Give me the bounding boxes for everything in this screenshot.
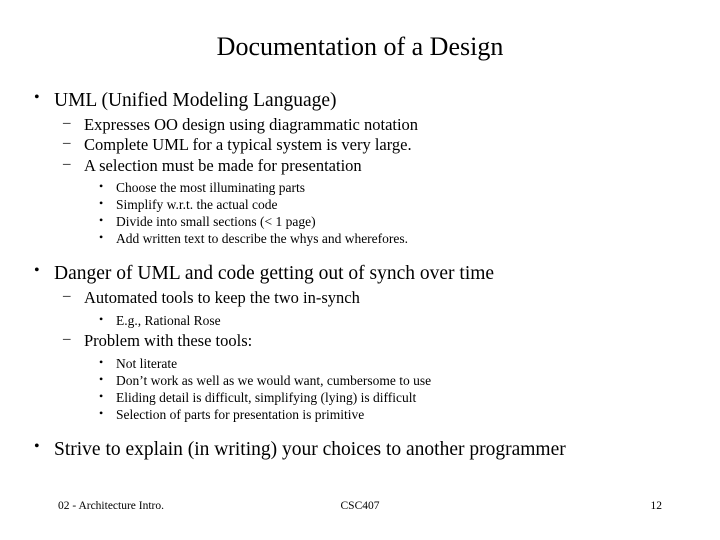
list-item: • Danger of UML and code getting out of … [28,262,700,285]
list-item: • E.g., Rational Rose [94,311,700,329]
outline-level3-list: • Choose the most illuminating parts • S… [94,179,700,247]
list-item: – A selection must be made for presentat… [58,156,700,175]
list-item: • Strive to explain (in writing) your ch… [28,438,700,461]
list-item: • Divide into small sections (< 1 page) [94,213,700,230]
list-item-label: Divide into small sections (< 1 page) [116,214,316,230]
slide-footer: 02 - Architecture Intro. CSC407 12 [0,496,720,522]
list-item: • Don’t work as well as we would want, c… [94,371,700,389]
outline-level2-list: – Expresses OO design using diagrammatic… [58,115,700,175]
outline-level1-list: • Strive to explain (in writing) your ch… [28,438,700,461]
bullet-dash-icon: – [63,115,71,131]
bullet-dot-icon: • [99,405,104,420]
bullet-dot-icon: • [99,388,104,403]
list-item: • Eliding detail is difficult, simplifyi… [94,388,700,406]
outline-level3-list: • E.g., Rational Rose [94,311,700,329]
list-item: • Add written text to describe the whys … [94,230,700,247]
footer-center-text: CSC407 [340,500,380,512]
list-item: • UML (Unified Modeling Language) [28,89,700,112]
list-item-label: Choose the most illuminating parts [116,180,305,196]
list-item-label: Strive to explain (in writing) your choi… [54,438,566,460]
list-item: • Choose the most illuminating parts [94,179,700,196]
footer-page-number: 12 [650,500,663,512]
bullet-dot-icon: • [99,230,104,245]
list-item-label: Automated tools to keep the two in-synch [84,288,360,308]
bullet-dash-icon: – [63,288,71,305]
list-item: • Selection of parts for presentation is… [94,405,700,423]
list-item-label: Selection of parts for presentation is p… [116,406,365,422]
list-item: – Automated tools to keep the two in-syn… [58,288,700,307]
bullet-dot-icon: • [99,371,104,386]
list-item-label: UML (Unified Modeling Language) [54,90,337,111]
list-item-label: Add written text to describe the whys an… [116,231,409,247]
list-item-label: Problem with these tools: [84,331,253,351]
slide: Documentation of a Design • UML (Unified… [0,0,720,540]
list-item-label: Eliding detail is difficult, simplifying… [116,389,417,405]
bullet-dot-icon: • [34,89,40,106]
outline-level2-list: – Problem with these tools: [58,331,700,350]
bullet-dash-icon: – [63,155,71,172]
list-item-label: Don’t work as well as we would want, cum… [116,372,432,388]
bullet-dot-icon: • [99,179,104,194]
list-item-label: Expresses OO design using diagrammatic n… [84,115,419,134]
list-item-label: Not literate [116,355,178,371]
list-item: • Simplify w.r.t. the actual code [94,196,700,213]
slide-body: • UML (Unified Modeling Language) – Expr… [28,80,700,461]
bullet-dot-icon: • [99,196,104,211]
bullet-dot-icon: • [99,311,104,326]
list-item: • Not literate [94,354,700,372]
list-item-label: E.g., Rational Rose [116,312,221,328]
list-item: – Expresses OO design using diagrammatic… [58,115,700,134]
bullet-dash-icon: – [63,135,71,152]
outline-level2-list: – Automated tools to keep the two in-syn… [58,288,700,307]
list-item-label: A selection must be made for presentatio… [84,155,362,175]
list-item: – Problem with these tools: [58,331,700,350]
bullet-dot-icon: • [99,213,104,228]
outline-level1-list: • Danger of UML and code getting out of … [28,262,700,285]
list-item-label: Complete UML for a typical system is ver… [84,135,412,155]
page-title: Documentation of a Design [216,32,504,61]
bullet-dot-icon: • [99,354,104,369]
bullet-dot-icon: • [34,262,40,280]
outline-level3-list: • Not literate • Don’t work as well as w… [94,354,700,423]
list-item-label: Danger of UML and code getting out of sy… [54,263,495,285]
list-item: – Complete UML for a typical system is v… [58,135,700,154]
list-item-label: Simplify w.r.t. the actual code [116,197,278,213]
outline-level1-list: • UML (Unified Modeling Language) [28,89,700,112]
bullet-dash-icon: – [63,331,71,348]
bullet-dot-icon: • [34,437,40,455]
